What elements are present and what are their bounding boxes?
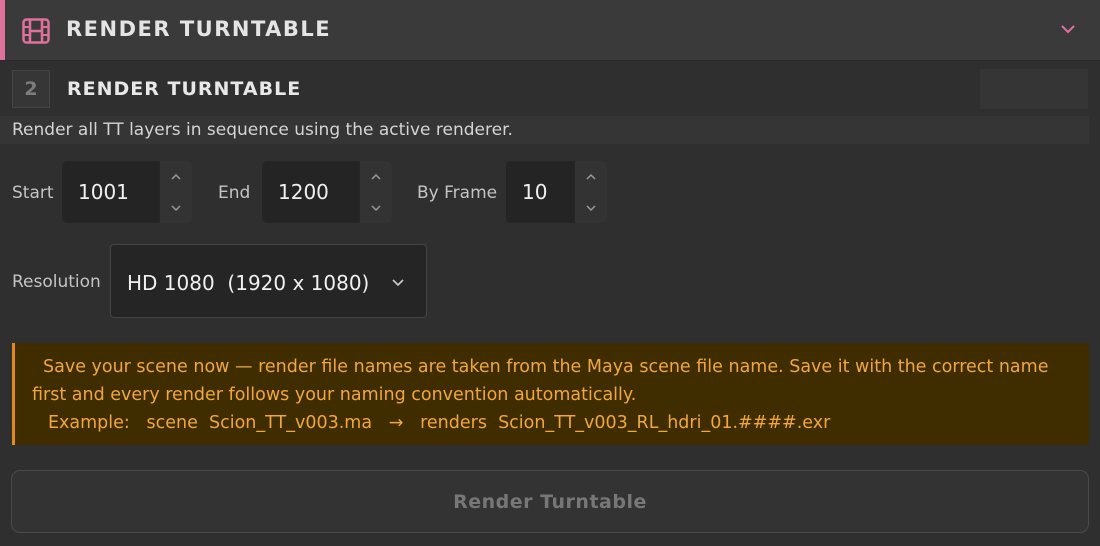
step-title: RENDER TURNTABLE	[67, 78, 302, 100]
step-number-badge: 2	[12, 70, 50, 108]
start-frame-value[interactable]: 1001	[78, 180, 129, 204]
warning-example: Example: scene Scion_TT_v003.ma → render…	[48, 413, 831, 433]
start-label: Start	[12, 183, 54, 203]
section-header[interactable]: RENDER TURNTABLE	[0, 0, 1100, 61]
warning-line-1: Save your scene now — render file names …	[43, 357, 1049, 377]
start-frame-spinbox[interactable]: 1001	[62, 161, 192, 223]
end-frame-spinbox[interactable]: 1200	[262, 161, 392, 223]
resolution-dropdown[interactable]: HD 1080 (1920 x 1080)	[110, 244, 427, 318]
render-turntable-button[interactable]: Render Turntable	[11, 470, 1089, 533]
chevron-down-icon	[586, 204, 596, 211]
by-frame-spinbox[interactable]: 10	[506, 161, 607, 223]
end-increment-button[interactable]	[360, 161, 392, 192]
chevron-up-icon	[586, 173, 596, 180]
film-icon	[22, 18, 50, 44]
save-scene-warning: Save your scene now — render file names …	[12, 343, 1089, 445]
resolution-label: Resolution	[12, 272, 101, 292]
by-frame-decrement-button[interactable]	[575, 192, 607, 223]
warning-line-2: first and every render follows your nami…	[32, 385, 637, 405]
chevron-up-icon	[371, 173, 381, 180]
chevron-down-icon[interactable]	[1060, 22, 1076, 36]
step-status-area	[980, 69, 1088, 109]
header-accent-bar	[0, 0, 5, 60]
section-title: RENDER TURNTABLE	[66, 17, 332, 41]
end-decrement-button[interactable]	[360, 192, 392, 223]
end-label: End	[218, 183, 251, 203]
chevron-down-icon	[392, 279, 404, 287]
end-frame-value[interactable]: 1200	[278, 180, 329, 204]
chevron-up-icon	[171, 173, 181, 180]
start-increment-button[interactable]	[160, 161, 192, 192]
by-frame-value[interactable]: 10	[522, 180, 547, 204]
chevron-down-icon	[171, 204, 181, 211]
resolution-value: HD 1080 (1920 x 1080)	[127, 271, 370, 295]
chevron-down-icon	[371, 204, 381, 211]
by-frame-increment-button[interactable]	[575, 161, 607, 192]
by-frame-label: By Frame	[417, 183, 498, 203]
step-description: Render all TT layers in sequence using t…	[12, 120, 513, 140]
start-decrement-button[interactable]	[160, 192, 192, 223]
